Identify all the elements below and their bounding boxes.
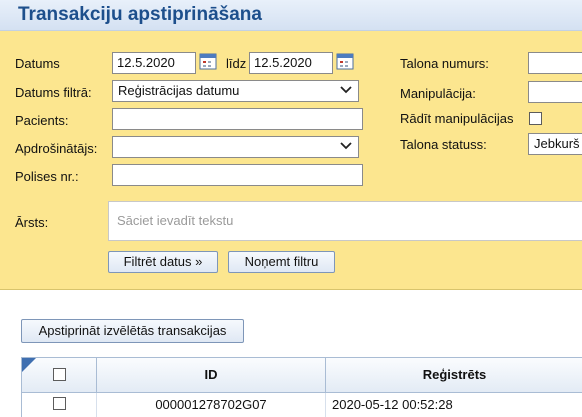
policy-label: Polises nr.: bbox=[15, 169, 79, 184]
coupon-status-label: Talona statuss: bbox=[400, 137, 487, 152]
page-header: Transakciju apstiprināšana bbox=[0, 0, 582, 31]
select-all-checkbox[interactable] bbox=[53, 368, 66, 381]
insurer-label: Apdrošinātājs: bbox=[15, 141, 98, 156]
date-from-input[interactable]: 12.5.2020 bbox=[112, 52, 196, 74]
coupon-number-input[interactable] bbox=[528, 52, 582, 74]
date-filter-value: Reģistrācijas datumu bbox=[118, 83, 240, 98]
page-title: Transakciju apstiprināšana bbox=[18, 4, 262, 25]
calendar-icon[interactable] bbox=[199, 52, 217, 70]
clear-filter-button[interactable]: Noņemt filtru bbox=[228, 251, 335, 273]
row-select-cell bbox=[22, 393, 97, 417]
filter-button[interactable]: Filtrēt datus » bbox=[108, 251, 218, 273]
coupon-status-value: Jebkurš bbox=[534, 136, 580, 151]
show-manipulations-label: Rādīt manipulācijas bbox=[400, 111, 514, 126]
date-to-label: līdz bbox=[226, 56, 247, 71]
doctor-placeholder: Sāciet ievadīt tekstu bbox=[117, 213, 234, 228]
row-registered: 2020-05-12 00:52:28 bbox=[332, 397, 453, 412]
doctor-autocomplete-input[interactable]: Sāciet ievadīt tekstu bbox=[108, 201, 582, 241]
patient-input[interactable] bbox=[112, 108, 363, 130]
doctor-label: Ārsts: bbox=[15, 215, 49, 230]
date-to-input[interactable]: 12.5.2020 bbox=[249, 52, 333, 74]
policy-input[interactable] bbox=[112, 164, 363, 186]
select-all-column bbox=[22, 358, 97, 392]
row-id: 000001278702G07 bbox=[97, 393, 326, 417]
calendar-icon[interactable] bbox=[336, 52, 354, 70]
table-row[interactable]: 000001278702G07 2020-05-12 00:52:28 bbox=[22, 393, 582, 417]
manipulation-label: Manipulācija: bbox=[400, 86, 476, 101]
approve-selected-button[interactable]: Apstiprināt izvēlētās transakcijas bbox=[21, 319, 244, 343]
transactions-table: ID Reģistrēts 000001278702G07 2020-05-12… bbox=[21, 357, 582, 417]
row-select-checkbox[interactable] bbox=[53, 397, 66, 410]
chevron-down-icon bbox=[340, 86, 352, 94]
date-filter-label: Datums filtrā: bbox=[15, 85, 92, 100]
column-header-registered[interactable]: Reģistrēts bbox=[326, 358, 582, 392]
date-filter-select[interactable]: Reģistrācijas datumu bbox=[112, 80, 359, 102]
filter-panel: Datums 12.5.2020 līdz 12.5.2020 Datums f… bbox=[0, 31, 582, 290]
column-header-id[interactable]: ID bbox=[97, 358, 326, 392]
table-header: ID Reģistrēts bbox=[22, 358, 582, 393]
coupon-number-label: Talona numurs: bbox=[400, 56, 489, 71]
insurer-select[interactable] bbox=[112, 136, 359, 158]
patient-label: Pacients: bbox=[15, 113, 69, 128]
chevron-down-icon bbox=[340, 142, 352, 150]
coupon-status-select[interactable]: Jebkurš bbox=[528, 133, 582, 155]
show-manipulations-checkbox[interactable] bbox=[529, 112, 542, 125]
manipulation-input[interactable] bbox=[528, 81, 582, 103]
date-label: Datums bbox=[15, 56, 60, 71]
